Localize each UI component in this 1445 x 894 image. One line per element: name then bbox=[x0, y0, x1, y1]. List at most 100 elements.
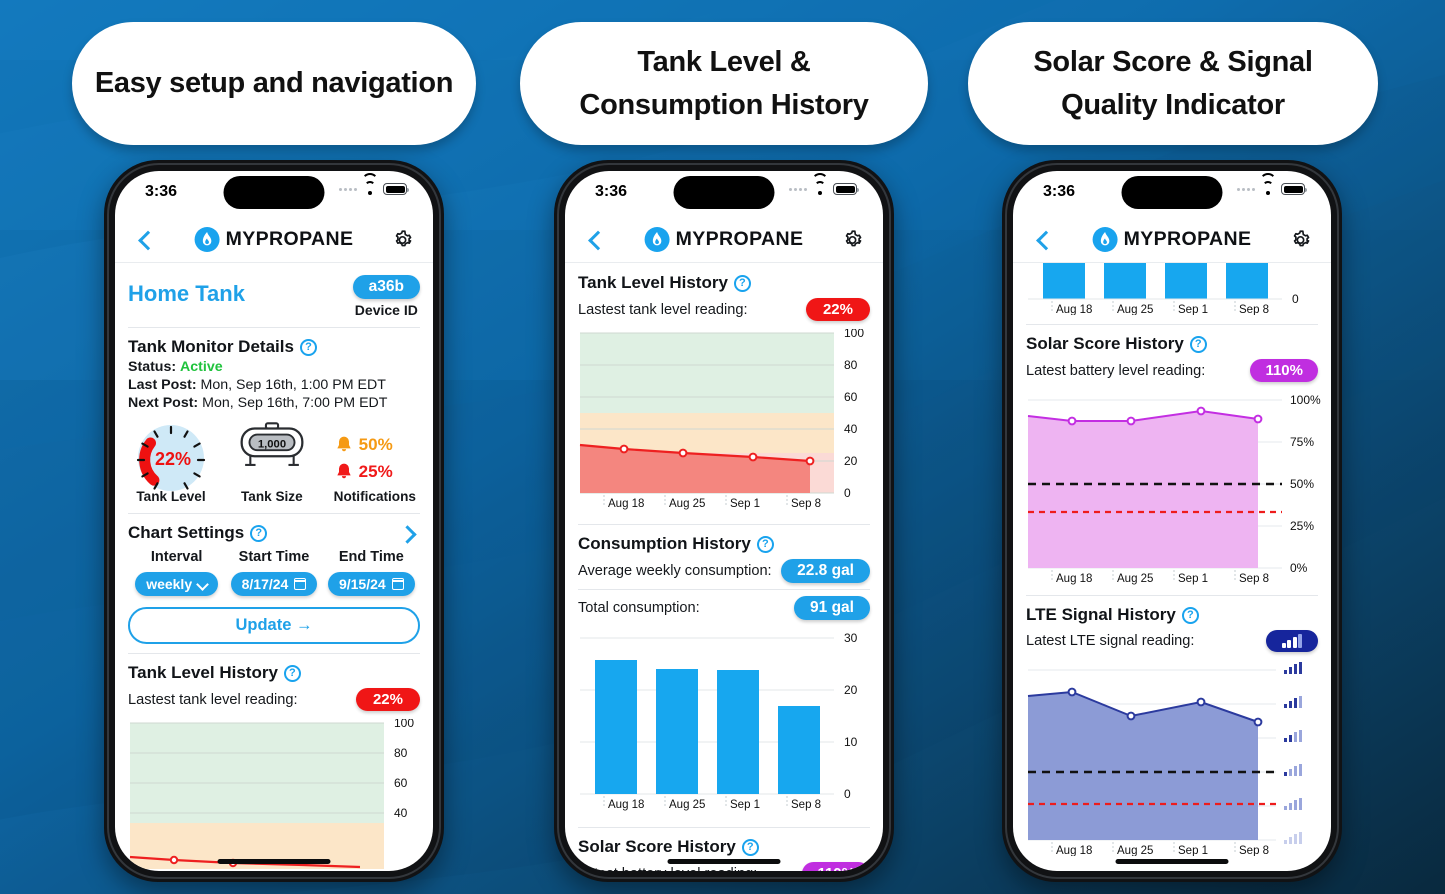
gear-icon[interactable] bbox=[1290, 229, 1311, 250]
help-icon[interactable]: ? bbox=[1181, 606, 1199, 624]
svg-text:20: 20 bbox=[844, 454, 858, 468]
svg-text:100%: 100% bbox=[1290, 393, 1321, 407]
stat-notifications: 50% 25% Notifications bbox=[334, 435, 416, 504]
device-id-label: Device ID bbox=[354, 302, 418, 318]
gear-icon[interactable] bbox=[842, 229, 863, 250]
chart-settings-header[interactable]: Chart Settings ? bbox=[128, 523, 420, 543]
screen-1: 3:36 MYPROPANE Home Tank a36b Device ID … bbox=[115, 171, 433, 871]
svg-text:Sep 1: Sep 1 bbox=[1178, 845, 1208, 856]
solar-caption: Latest battery level reading: bbox=[578, 866, 757, 872]
divider bbox=[128, 327, 420, 328]
banner-text: Easy setup and navigation bbox=[94, 67, 454, 100]
section-solar-score-history: Solar Score History ? bbox=[578, 837, 870, 857]
tank-history-badge: 22% bbox=[355, 688, 420, 711]
avg-consumption-row: Average weekly consumption: 22.8 gal bbox=[578, 559, 870, 583]
tank-history-caption: Lastest tank level reading: bbox=[128, 691, 298, 708]
screen-1-content[interactable]: Home Tank a36b Device ID Tank Monitor De… bbox=[115, 263, 433, 871]
status-bar: 3:36 bbox=[1013, 171, 1331, 217]
svg-text:Aug 25: Aug 25 bbox=[1117, 304, 1153, 315]
section-solar-score-history: Solar Score History ? bbox=[1026, 334, 1318, 354]
stat-tank-size: 1,000 Tank Size bbox=[233, 419, 311, 504]
section-title-text: Tank Monitor Details bbox=[128, 337, 294, 356]
interval-select[interactable]: weekly bbox=[135, 572, 219, 596]
lte-signal-history-chart: Aug 18 Aug 25 Sep 1 Sep 8 bbox=[1026, 660, 1318, 856]
lte-signal-badge bbox=[1265, 630, 1318, 652]
chevron-down-icon bbox=[198, 580, 207, 589]
svg-text:50%: 50% bbox=[1290, 477, 1314, 491]
next-post-row: Next Post: Mon, Sep 16th, 7:00 PM EDT bbox=[128, 395, 420, 411]
notifications-label: Notifications bbox=[333, 489, 416, 504]
bell-icon bbox=[336, 436, 351, 452]
home-indicator bbox=[217, 859, 331, 864]
calendar-icon bbox=[294, 578, 307, 590]
back-icon[interactable] bbox=[137, 232, 152, 247]
chart-settings-title: Chart Settings bbox=[128, 523, 245, 542]
tank-history-reading-row: Lastest tank level reading: 22% bbox=[578, 298, 870, 321]
wifi-icon bbox=[1259, 173, 1277, 195]
help-icon[interactable]: ? bbox=[299, 338, 317, 356]
status-label: Status: bbox=[128, 359, 177, 375]
status-time: 3:36 bbox=[145, 183, 178, 200]
svg-text:Sep 1: Sep 1 bbox=[730, 799, 760, 811]
section-tank-monitor-details: Tank Monitor Details ? bbox=[128, 337, 420, 357]
avg-consumption-caption: Average weekly consumption: bbox=[578, 563, 772, 579]
calendar-icon bbox=[391, 578, 404, 590]
start-time-column: Start Time 8/17/24 bbox=[225, 549, 322, 596]
status-bar: 3:36 bbox=[565, 171, 883, 217]
section-lte-signal-history: LTE Signal History ? bbox=[1026, 605, 1318, 625]
tank-level-history-chart: Aug 18 Aug 25 Sep 1 Sep 8 100 80 60 40 20 0 bbox=[578, 329, 870, 515]
back-icon[interactable] bbox=[587, 232, 602, 247]
svg-text:40: 40 bbox=[844, 422, 858, 436]
svg-text:60: 60 bbox=[844, 390, 858, 404]
notification-warning-row: 50% bbox=[334, 435, 416, 455]
help-icon[interactable]: ? bbox=[283, 664, 301, 682]
divider bbox=[1026, 595, 1318, 596]
flame-icon bbox=[1092, 227, 1118, 252]
notification-critical-row: 25% bbox=[334, 462, 416, 482]
svg-text:40: 40 bbox=[394, 806, 408, 820]
update-button[interactable]: Update → bbox=[128, 607, 420, 644]
svg-text:Aug 25: Aug 25 bbox=[669, 498, 705, 510]
solar-reading-row: Latest battery level reading: 110% bbox=[1026, 359, 1318, 382]
status-row: Status: Active bbox=[128, 359, 420, 375]
help-icon[interactable]: ? bbox=[250, 524, 268, 542]
help-icon[interactable]: ? bbox=[733, 274, 751, 292]
screen-2-content[interactable]: Tank Level History ? Lastest tank level … bbox=[565, 263, 883, 871]
tank-history-reading-row: Lastest tank level reading: 22% bbox=[128, 688, 420, 711]
help-icon[interactable]: ? bbox=[756, 535, 774, 553]
svg-text:100: 100 bbox=[394, 719, 414, 730]
cellular-signal-icon bbox=[339, 187, 357, 191]
brand-logo: MYPROPANE bbox=[194, 227, 354, 252]
screen-3-content[interactable]: Aug 18 Aug 25 Sep 1 Sep 8 0 Solar Score Hi… bbox=[1013, 263, 1331, 871]
lte-reading-row: Latest LTE signal reading: bbox=[1026, 630, 1318, 652]
gear-icon[interactable] bbox=[392, 229, 413, 250]
end-date-input[interactable]: 9/15/24 bbox=[327, 572, 415, 596]
solar-caption: Latest battery level reading: bbox=[1026, 362, 1206, 379]
dynamic-island bbox=[223, 176, 325, 209]
help-icon[interactable]: ? bbox=[741, 838, 759, 856]
flame-icon bbox=[644, 227, 670, 252]
help-icon[interactable]: ? bbox=[1189, 335, 1207, 353]
banner-text: Solar Score & Signal Quality Indicator bbox=[1033, 46, 1313, 121]
start-date-input[interactable]: 8/17/24 bbox=[230, 572, 318, 596]
brand-logo: MYPROPANE bbox=[1092, 227, 1252, 252]
flame-icon bbox=[194, 227, 220, 252]
svg-text:Aug 18: Aug 18 bbox=[608, 498, 644, 510]
section-tank-level-history: Tank Level History ? bbox=[578, 273, 870, 293]
solar-score-history-chart: Aug 18 Aug 25 Sep 1 Sep 8 100% 75% 50% 25% 0… bbox=[1026, 390, 1321, 586]
chevron-right-icon[interactable] bbox=[401, 527, 414, 540]
next-post-value: Mon, Sep 16th, 7:00 PM EDT bbox=[202, 395, 388, 411]
back-icon[interactable] bbox=[1035, 232, 1050, 247]
svg-text:Sep 8: Sep 8 bbox=[1239, 304, 1269, 315]
interval-column: Interval weekly bbox=[128, 549, 225, 596]
tank-size-label: Tank Size bbox=[240, 489, 303, 504]
notification-critical-value: 25% bbox=[358, 462, 393, 481]
next-post-label: Next Post: bbox=[128, 395, 199, 411]
tank-title: Home Tank bbox=[128, 281, 245, 306]
start-date-value: 8/17/24 bbox=[241, 576, 289, 592]
svg-text:Aug 18: Aug 18 bbox=[1056, 845, 1092, 856]
total-consumption-caption: Total consumption: bbox=[578, 600, 700, 616]
status-value: Active bbox=[180, 359, 223, 375]
solar-badge: 110% bbox=[1250, 359, 1318, 382]
home-indicator bbox=[667, 859, 781, 864]
